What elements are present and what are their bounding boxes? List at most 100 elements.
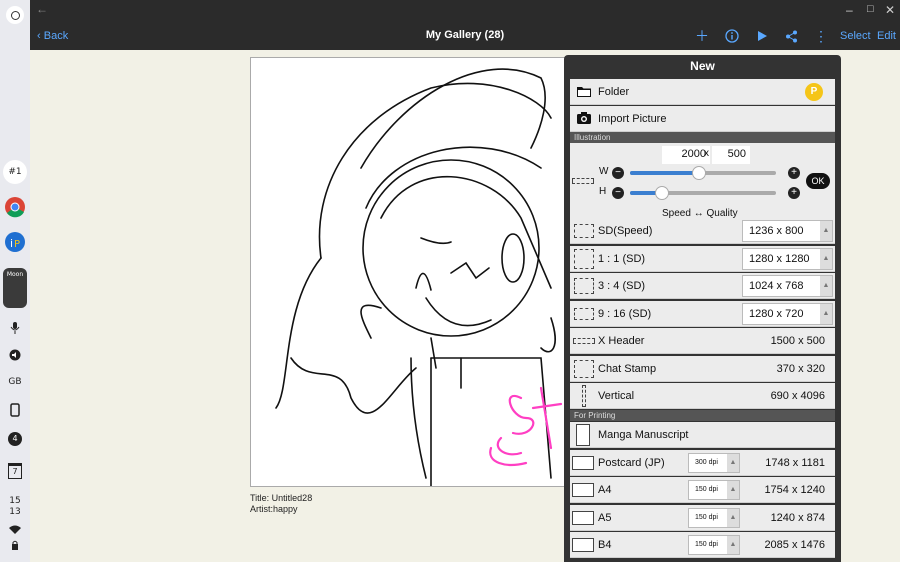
dpi-value: 150 dpi: [695, 486, 718, 493]
dpi-select[interactable]: 300 dpi ▲: [688, 452, 740, 473]
print-preset-row[interactable]: Manga Manuscript: [570, 422, 835, 448]
mic-icon[interactable]: [3, 316, 27, 340]
edit-button[interactable]: Edit: [877, 30, 896, 42]
new-canvas-popover: New Folder P Import Picture Illustration…: [564, 55, 841, 562]
width-minus-button[interactable]: −: [612, 167, 624, 179]
chrome-icon[interactable]: [3, 195, 27, 219]
window-back-arrow[interactable]: ←: [36, 2, 48, 16]
height-slider-knob[interactable]: [655, 186, 670, 200]
more-icon[interactable]: ⋮: [812, 27, 830, 45]
app-toolbar: ‹ Back My Gallery (28) ＋ ⋮ Select Edit: [30, 21, 900, 50]
artwork-artist: Artist:happy: [250, 504, 298, 514]
plus-icon[interactable]: ＋: [693, 27, 711, 45]
maximize-button[interactable]: □: [867, 3, 874, 15]
shelf-app-gb[interactable]: GB: [3, 370, 27, 394]
artwork-title: Title: Untitled28: [250, 493, 313, 503]
printing-section-header: For Printing: [570, 410, 835, 421]
play-icon[interactable]: [753, 27, 771, 45]
chevron-up-icon[interactable]: ▲: [727, 453, 739, 472]
width-plus-button[interactable]: +: [788, 167, 800, 179]
print-preset-row[interactable]: Postcard (JP) 300 dpi ▲ 1748 x 1181: [570, 449, 835, 476]
share-icon[interactable]: [782, 27, 800, 45]
height-input[interactable]: 500: [712, 146, 750, 164]
dpi-value: 150 dpi: [695, 541, 718, 548]
chevron-up-icon[interactable]: ▲: [820, 303, 832, 324]
size-separator: x: [704, 148, 709, 159]
size-preset-label: 1 : 1 (SD): [598, 252, 646, 265]
folder-icon: [576, 85, 592, 101]
print-preset-value: 2085 x 1476: [764, 539, 825, 551]
notification-count[interactable]: 4: [8, 432, 22, 446]
system-shelf: #1 iP Moon GB 4 7 15 13: [0, 0, 30, 562]
width-input[interactable]: 2000: [662, 146, 710, 164]
print-preset-preview: [572, 455, 594, 470]
width-slider-fill: [630, 171, 699, 175]
size-preset-value: 1024 x 768: [749, 280, 804, 292]
width-slider[interactable]: [630, 166, 776, 180]
battery-lock-icon[interactable]: [3, 538, 27, 552]
chevron-up-icon[interactable]: ▲: [727, 508, 739, 527]
dpi-value: 150 dpi: [695, 513, 718, 521]
print-preset-row[interactable]: A4 150 dpi ▲ 1754 x 1240: [570, 477, 835, 503]
size-preset-row[interactable]: 1 : 1 (SD) 1280 x 1280 ▲: [570, 245, 835, 272]
size-preset-row[interactable]: X Header 1500 x 500: [570, 328, 835, 354]
dpi-select[interactable]: 150 dpi ▲: [688, 535, 740, 555]
clock[interactable]: 15 13: [3, 494, 27, 520]
launcher-button[interactable]: [6, 6, 24, 24]
size-preset-select[interactable]: 1024 x 768 ▲: [742, 275, 833, 297]
size-preset-label: Vertical: [598, 390, 635, 402]
print-preset-row[interactable]: B4 150 dpi ▲ 2085 x 1476: [570, 532, 835, 558]
window-titlebar: ← – □ ✕: [30, 0, 900, 21]
minimize-button[interactable]: –: [846, 3, 853, 17]
print-preset-preview: [572, 483, 594, 497]
moon-app-icon[interactable]: Moon: [3, 268, 27, 308]
size-preset-row[interactable]: 9 : 16 (SD) 1280 x 720 ▲: [570, 300, 835, 327]
wifi-icon[interactable]: [3, 522, 27, 536]
size-preset-row[interactable]: Chat Stamp 370 x 320: [570, 355, 835, 382]
height-plus-button[interactable]: +: [788, 187, 800, 199]
size-preset-row[interactable]: SD(Speed) 1236 x 800 ▲: [570, 218, 835, 244]
folder-row[interactable]: Folder P: [570, 79, 835, 105]
chevron-up-icon[interactable]: ▲: [727, 536, 739, 554]
chevron-up-icon[interactable]: ▲: [820, 276, 832, 296]
chevron-up-icon[interactable]: ▲: [727, 481, 739, 499]
size-preset-value: 1280 x 1280: [749, 252, 810, 265]
clock-hour: 15: [9, 496, 21, 506]
chevron-up-icon[interactable]: ▲: [820, 248, 832, 269]
volume-icon[interactable]: [3, 343, 27, 367]
dpi-select[interactable]: 150 dpi ▲: [688, 480, 740, 500]
info-icon[interactable]: [723, 27, 741, 45]
import-picture-label: Import Picture: [598, 113, 667, 125]
artwork-thumbnail[interactable]: [250, 57, 570, 487]
size-preset-label: 9 : 16 (SD): [598, 307, 652, 320]
chevron-up-icon[interactable]: ▲: [820, 221, 832, 241]
size-preset-select[interactable]: 1280 x 1280 ▲: [742, 247, 833, 270]
calendar-icon[interactable]: 7: [8, 463, 22, 479]
dpi-select[interactable]: 150 dpi ▲: [688, 507, 740, 528]
custom-size-preview: [572, 178, 594, 184]
size-preset-preview: [573, 338, 595, 344]
size-preset-label: X Header: [598, 335, 645, 347]
print-preset-row[interactable]: A5 150 dpi ▲ 1240 x 874: [570, 504, 835, 531]
size-preset-value: 690 x 4096: [770, 390, 825, 402]
height-slider[interactable]: [630, 186, 776, 200]
ibispaint-icon[interactable]: iP: [3, 230, 27, 254]
print-preset-preview: [572, 510, 594, 525]
height-minus-button[interactable]: −: [612, 187, 624, 199]
shelf-app-1[interactable]: #1: [3, 160, 27, 184]
ok-button[interactable]: OK: [806, 173, 830, 189]
import-picture-row[interactable]: Import Picture: [570, 106, 835, 132]
width-slider-knob[interactable]: [691, 166, 706, 180]
size-preset-row[interactable]: 3 : 4 (SD) 1024 x 768 ▲: [570, 273, 835, 299]
size-preset-select[interactable]: 1236 x 800 ▲: [742, 220, 833, 242]
size-preset-label: 3 : 4 (SD): [598, 280, 646, 292]
size-preset-value: 1500 x 500: [770, 335, 825, 347]
folder-label: Folder: [598, 86, 630, 98]
size-preset-row[interactable]: Vertical 690 x 4096: [570, 383, 835, 409]
sticker-drawing: [489, 386, 563, 466]
select-button[interactable]: Select: [840, 30, 871, 42]
size-preset-select[interactable]: 1280 x 720 ▲: [742, 302, 833, 325]
print-preset-label: A4: [598, 484, 612, 496]
phone-icon[interactable]: [3, 398, 27, 422]
close-button[interactable]: ✕: [885, 3, 895, 17]
